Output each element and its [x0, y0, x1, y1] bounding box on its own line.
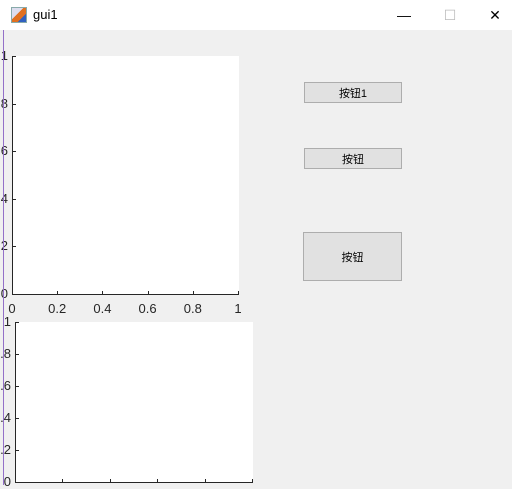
x-tick: [192, 291, 194, 294]
y-tick: [16, 418, 19, 419]
y-tick: [13, 294, 16, 295]
x-tick: [238, 291, 239, 294]
x-tick: [109, 479, 111, 482]
maximize-button[interactable]: ☐: [427, 0, 473, 30]
y-tick: [16, 322, 19, 323]
y-tick: [13, 151, 16, 153]
y-tick-label: 0.8: [0, 346, 11, 361]
y-tick-label: 0.4: [0, 410, 11, 425]
x-tick-label: 0.2: [48, 301, 67, 316]
x-tick-label: 0.8: [183, 301, 202, 316]
y-tick-label: 1: [3, 314, 11, 329]
matlab-app-icon: [11, 7, 27, 23]
window-title: gui1: [33, 7, 58, 22]
y-tick: [13, 103, 16, 105]
x-tick: [62, 479, 64, 482]
button-1[interactable]: 按钮1: [304, 82, 402, 103]
button-3[interactable]: 按钮: [303, 232, 402, 281]
title-bar: gui1 — ☐ ✕: [0, 0, 512, 30]
x-tick: [102, 291, 104, 294]
y-tick-label: 0.2: [0, 238, 8, 254]
y-tick: [13, 198, 16, 200]
x-tick: [252, 479, 253, 482]
axes-2[interactable]: [15, 322, 253, 483]
y-tick: [16, 450, 19, 451]
x-tick-label: 1: [234, 301, 242, 316]
y-tick-label: 0: [0, 286, 8, 301]
window-border: [3, 30, 4, 485]
y-tick-label: 0.8: [0, 95, 8, 111]
y-tick: [13, 246, 16, 248]
x-tick: [147, 291, 149, 294]
axes-1[interactable]: [12, 56, 239, 295]
y-tick: [16, 386, 19, 387]
close-button[interactable]: ✕: [472, 0, 512, 30]
y-tick-label: 0.2: [0, 442, 11, 457]
y-tick-label: 0.6: [0, 143, 8, 159]
x-tick: [157, 479, 159, 482]
y-tick-label: 0: [3, 474, 11, 489]
y-tick: [16, 354, 19, 355]
x-tick-label: 0.6: [138, 301, 157, 316]
x-tick: [57, 291, 59, 294]
x-tick-label: 0.4: [93, 301, 112, 316]
minimize-button[interactable]: —: [381, 0, 427, 30]
y-tick: [13, 56, 16, 57]
y-tick-label: 0.4: [0, 190, 8, 206]
y-tick-label: 0.6: [0, 378, 11, 393]
y-tick: [16, 482, 19, 483]
x-tick: [204, 479, 206, 482]
button-2[interactable]: 按钮: [304, 148, 402, 169]
y-tick-label: 1: [0, 48, 8, 63]
